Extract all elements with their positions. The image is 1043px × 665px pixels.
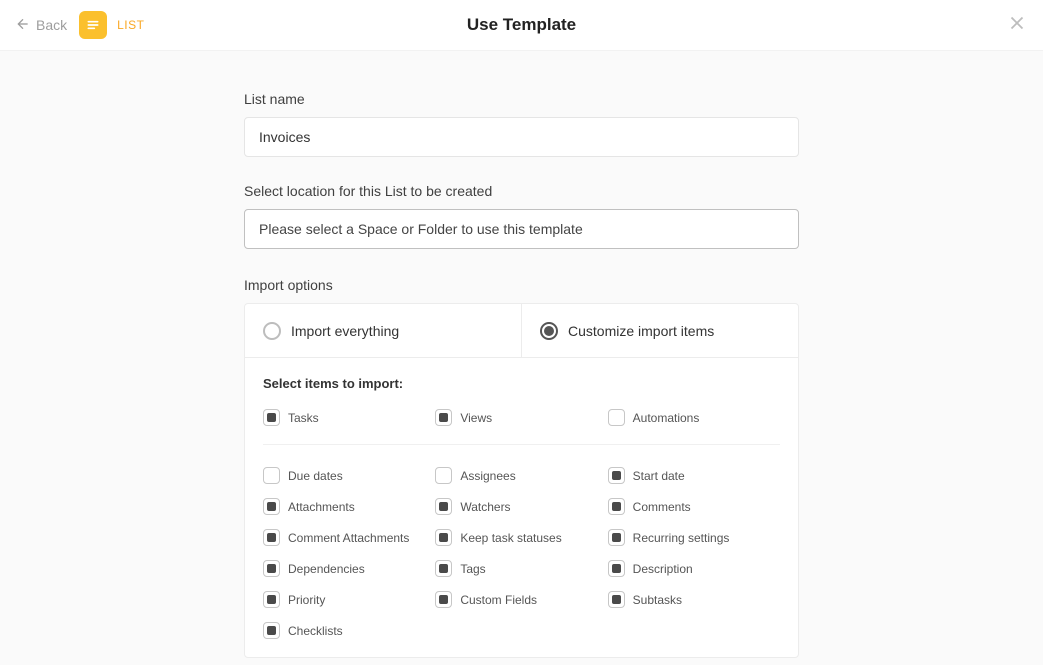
import-item-label: Due dates (288, 469, 343, 483)
import-item-label: Custom Fields (460, 593, 537, 607)
import-options-label: Import options (244, 277, 799, 293)
import-item[interactable]: Views (435, 409, 607, 426)
location-placeholder: Please select a Space or Folder to use t… (259, 221, 583, 237)
tab-label: Import everything (291, 323, 399, 339)
import-item[interactable]: Due dates (263, 467, 435, 484)
import-item[interactable]: Comment Attachments (263, 529, 435, 546)
checkbox-checked-icon (263, 622, 280, 639)
radio-checked-icon (540, 322, 558, 340)
import-item-label: Description (633, 562, 693, 576)
checkbox-checked-icon (608, 529, 625, 546)
select-items-label: Select items to import: (263, 376, 780, 391)
type-label: LIST (117, 18, 144, 32)
tab-label: Customize import items (568, 323, 714, 339)
import-item[interactable]: Recurring settings (608, 529, 780, 546)
import-item-label: Checklists (288, 624, 343, 638)
import-item-label: Recurring settings (633, 531, 730, 545)
import-item[interactable]: Dependencies (263, 560, 435, 577)
import-tabs: Import everything Customize import items (245, 304, 798, 358)
content-scroll[interactable]: List name Select location for this List … (0, 51, 1043, 665)
location-select[interactable]: Please select a Space or Folder to use t… (244, 209, 799, 249)
checkbox-checked-icon (435, 529, 452, 546)
checkbox-checked-icon (435, 560, 452, 577)
tab-import-everything[interactable]: Import everything (245, 304, 521, 357)
checkbox-checked-icon (608, 498, 625, 515)
import-item[interactable]: Tasks (263, 409, 435, 426)
import-item[interactable]: Custom Fields (435, 591, 607, 608)
list-type-icon (79, 11, 107, 39)
back-label: Back (36, 17, 67, 33)
import-item[interactable]: Subtasks (608, 591, 780, 608)
import-item-label: Attachments (288, 500, 355, 514)
import-options-box: Import everything Customize import items… (244, 303, 799, 658)
list-name-input[interactable] (244, 117, 799, 157)
import-item[interactable]: Automations (608, 409, 780, 426)
checkbox-checked-icon (435, 591, 452, 608)
checkbox-checked-icon (263, 498, 280, 515)
checkbox-checked-icon (263, 560, 280, 577)
topbar: Back LIST Use Template (0, 0, 1043, 50)
import-item-label: Assignees (460, 469, 515, 483)
location-label: Select location for this List to be crea… (244, 183, 799, 199)
import-item[interactable]: Tags (435, 560, 607, 577)
import-item[interactable]: Checklists (263, 622, 435, 639)
checkbox-checked-icon (435, 409, 452, 426)
checkbox-checked-icon (608, 560, 625, 577)
import-item-label: Start date (633, 469, 685, 483)
import-item[interactable]: Start date (608, 467, 780, 484)
import-item[interactable]: Comments (608, 498, 780, 515)
close-icon (1006, 21, 1028, 38)
back-button[interactable]: Back (15, 16, 67, 35)
import-item-label: Dependencies (288, 562, 365, 576)
import-item[interactable]: Priority (263, 591, 435, 608)
import-item-label: Views (460, 411, 492, 425)
import-item-label: Comments (633, 500, 691, 514)
form: List name Select location for this List … (244, 91, 799, 658)
checkbox-checked-icon (263, 591, 280, 608)
checkbox-checked-icon (608, 467, 625, 484)
import-item-label: Subtasks (633, 593, 682, 607)
import-item[interactable]: Watchers (435, 498, 607, 515)
import-item[interactable]: Keep task statuses (435, 529, 607, 546)
checkbox-checked-icon (435, 498, 452, 515)
checkbox-unchecked-icon (435, 467, 452, 484)
page-title: Use Template (0, 15, 1043, 35)
import-item-label: Automations (633, 411, 700, 425)
import-item-label: Keep task statuses (460, 531, 561, 545)
arrow-left-icon (15, 16, 31, 35)
import-item-label: Watchers (460, 500, 510, 514)
tab-customize-import[interactable]: Customize import items (521, 304, 798, 357)
import-item[interactable]: Attachments (263, 498, 435, 515)
checkbox-unchecked-icon (608, 409, 625, 426)
close-button[interactable] (1006, 12, 1028, 39)
items-divider (263, 444, 780, 445)
checkbox-checked-icon (608, 591, 625, 608)
import-item-label: Tasks (288, 411, 319, 425)
items-grid: Tasks Views Automations Due dates Assignees S… (263, 409, 780, 639)
list-name-label: List name (244, 91, 799, 107)
radio-unchecked-icon (263, 322, 281, 340)
checkbox-checked-icon (263, 529, 280, 546)
import-item-label: Tags (460, 562, 485, 576)
items-section: Select items to import: Tasks Views Automa… (245, 358, 798, 657)
import-item[interactable]: Description (608, 560, 780, 577)
import-item-label: Priority (288, 593, 325, 607)
checkbox-checked-icon (263, 409, 280, 426)
import-item[interactable]: Assignees (435, 467, 607, 484)
checkbox-unchecked-icon (263, 467, 280, 484)
import-item-label: Comment Attachments (288, 531, 409, 545)
